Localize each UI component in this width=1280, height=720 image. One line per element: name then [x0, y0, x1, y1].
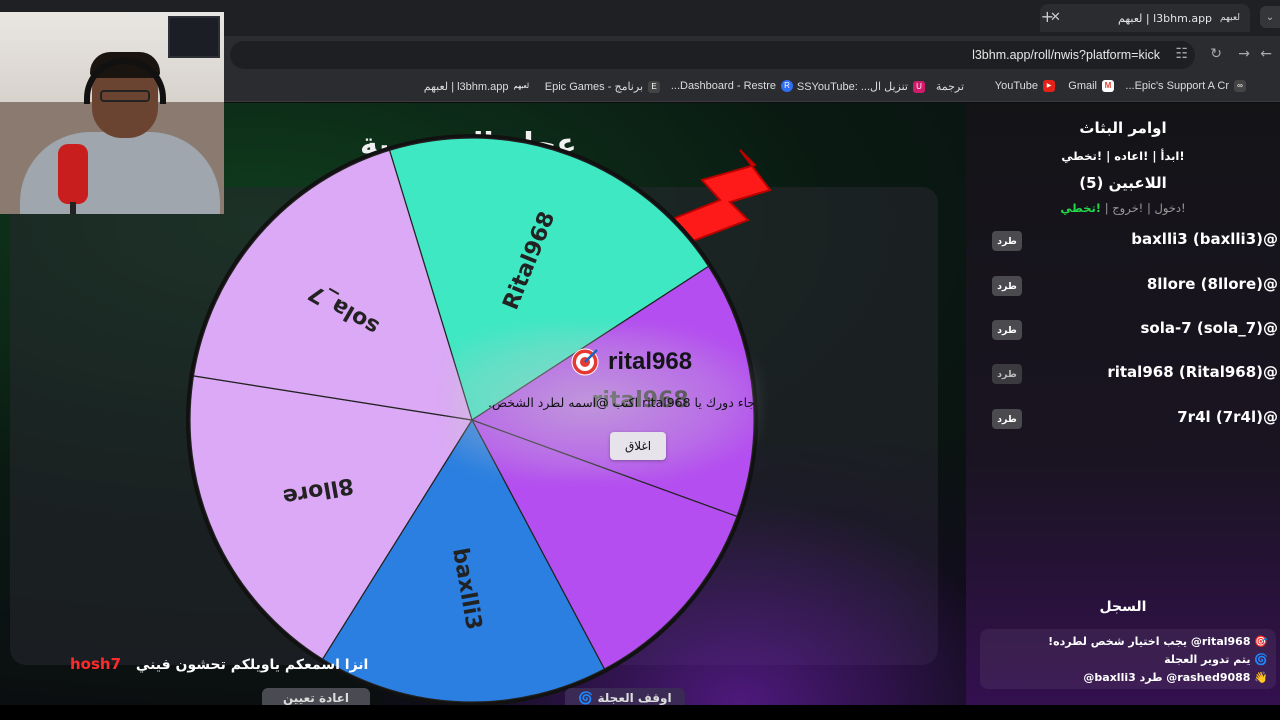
- player-row: طرد baxlli3 (baxlli3)@: [992, 230, 1278, 252]
- player-row: طرد 8llore (8llore)@: [992, 275, 1278, 297]
- monitor-icon: [168, 16, 220, 58]
- exit-command: !خروج: [1112, 201, 1144, 215]
- winner-name: rital968: [608, 348, 693, 375]
- close-button[interactable]: اغلاق: [610, 432, 666, 460]
- kick-button[interactable]: طرد: [992, 276, 1022, 296]
- log-entry: 👋 rashed9088@ طرد baxlli3@: [1083, 671, 1268, 684]
- skip-command: !تخطي: [1060, 201, 1102, 215]
- chat-overlay: hosh7 انزا اسمعكم ياويلكم تحشون فيني: [70, 655, 368, 673]
- screen: ⌄ لعبهم l3bhm.app | لعبهم ✕ + ← → ↻ ☷ l3…: [0, 0, 1280, 720]
- popup-message: جاء دورك يا rital968 اكتب @اسمه لطرد الش…: [488, 395, 756, 410]
- bottom-strip: [0, 705, 1280, 720]
- kick-button[interactable]: طرد: [992, 320, 1022, 340]
- webcam-overlay: [0, 12, 224, 214]
- player-name: 7r4l (7r4l)@: [1177, 408, 1278, 426]
- target-icon: [571, 348, 599, 376]
- player-row: طرد 7r4l (7r4l)@: [992, 408, 1278, 430]
- player-name: 8llore (8llore)@: [1146, 275, 1278, 293]
- microphone-icon: [58, 144, 88, 204]
- log-entry: 🎯 rital968@ يجب اختيار شخص لطرده!: [1048, 635, 1268, 648]
- kick-button[interactable]: طرد: [992, 364, 1022, 384]
- player-row: طرد sola-7 (sola_7)@: [992, 319, 1278, 341]
- log-box: 🎯 rital968@ يجب اختيار شخص لطرده! 🌀 يتم …: [980, 629, 1276, 689]
- join-command: !دخول: [1154, 201, 1186, 215]
- streamer-commands: !ابدأ | !اعاده | !تخطي: [1061, 149, 1185, 163]
- chat-message: انزا اسمعكم ياويلكم تحشون فيني: [135, 657, 369, 673]
- popup-header: rital968: [570, 347, 692, 377]
- player-name: sola-7 (sola_7)@: [1140, 319, 1278, 337]
- kick-button[interactable]: طرد: [992, 409, 1022, 429]
- log-entry: 🌀 يتم تدوير العجلة: [1164, 653, 1268, 666]
- player-name: rital968 (Rital968)@: [1107, 363, 1278, 381]
- sidebar-title: اوامر البثاث: [1079, 119, 1167, 137]
- log-title: السجل: [1099, 599, 1147, 615]
- sidebar: اوامر البثاث !ابدأ | !اعاده | !تخطي اللا…: [966, 103, 1280, 705]
- result-popup: rital968 جاء دورك يا rital968 اكتب @اسمه…: [450, 325, 760, 480]
- player-row: طرد rital968 (Rital968)@: [992, 363, 1278, 385]
- kick-button[interactable]: طرد: [992, 231, 1022, 251]
- player-commands: !دخول | !خروج | !تخطي: [1060, 201, 1186, 215]
- player-name: baxlli3 (baxlli3)@: [1131, 230, 1278, 248]
- players-title: اللاعبين (5): [1079, 174, 1167, 192]
- chat-username: hosh7: [70, 655, 122, 673]
